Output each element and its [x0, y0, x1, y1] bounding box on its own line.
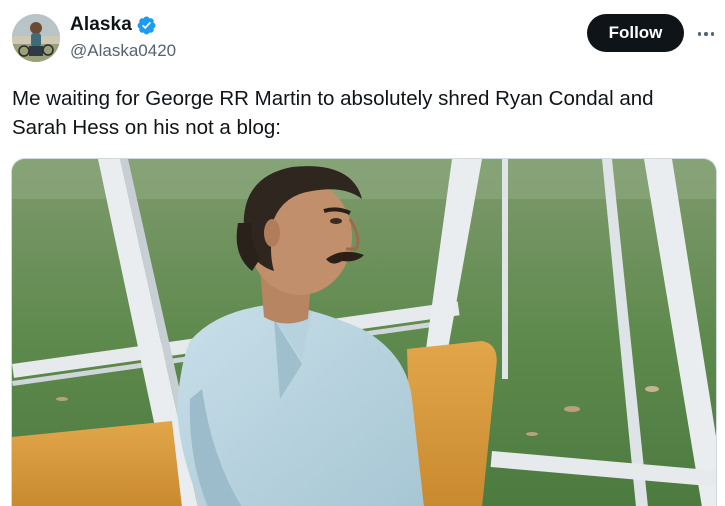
more-horizontal-icon: [697, 32, 702, 36]
tweet-media-image[interactable]: [11, 158, 717, 506]
avatar-image: [12, 14, 60, 62]
display-name[interactable]: Alaska: [70, 14, 132, 36]
follow-button[interactable]: Follow: [587, 14, 684, 52]
tweet-text: Me waiting for George RR Martin to absol…: [12, 87, 654, 139]
meme-photo: [12, 159, 716, 506]
user-handle[interactable]: @Alaska0420: [70, 41, 176, 61]
verified-badge-icon[interactable]: [136, 15, 157, 36]
more-horizontal-icon: [710, 32, 715, 36]
more-horizontal-icon: [704, 32, 708, 36]
tweet-header: Alaska @Alaska0420 Follow: [0, 0, 725, 80]
more-options-button[interactable]: [694, 22, 718, 46]
name-row: Alaska: [70, 14, 157, 36]
avatar[interactable]: [12, 14, 60, 62]
